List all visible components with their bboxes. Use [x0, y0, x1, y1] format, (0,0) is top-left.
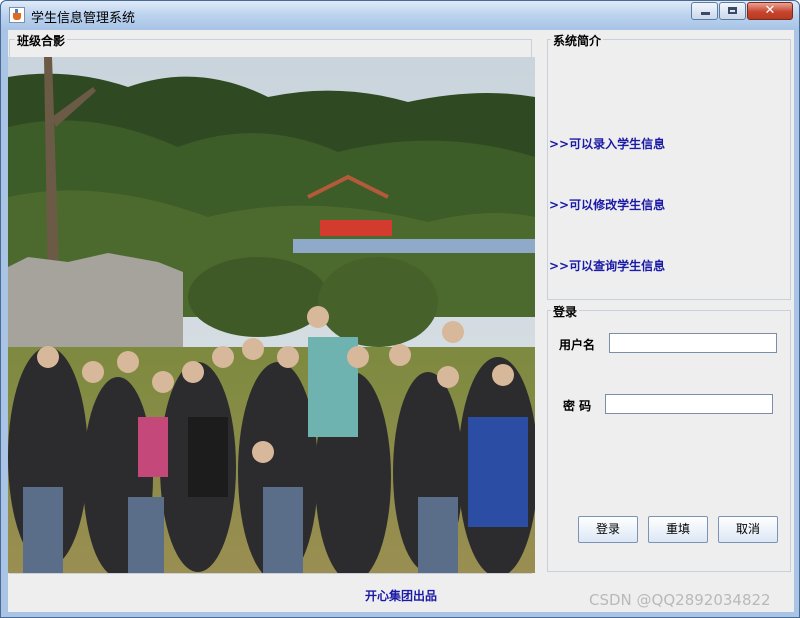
minimize-icon	[701, 12, 710, 15]
watermark: CSDN @QQ2892034822	[589, 591, 771, 609]
intro-item-edit: >>可以修改学生信息	[549, 198, 666, 212]
login-panel-title: 登录	[551, 303, 580, 320]
cancel-button[interactable]: 取消	[718, 516, 778, 543]
close-icon: ✕	[764, 3, 776, 18]
reset-button[interactable]: 重填	[648, 516, 708, 543]
window-title: 学生信息管理系统	[31, 11, 136, 26]
minimize-button[interactable]	[691, 2, 718, 20]
photo-panel-title: 班级合影	[15, 32, 68, 49]
class-group-photo	[8, 57, 535, 573]
login-button[interactable]: 登录	[578, 516, 638, 543]
app-window: 学生信息管理系统 ✕ 班级合影 系统简介 >>可以录入学生信息 >>可以修改学生…	[0, 0, 800, 618]
intro-item-query: >>可以查询学生信息	[549, 259, 666, 273]
maximize-button[interactable]	[719, 2, 746, 20]
username-label: 用户名	[559, 338, 596, 352]
java-cup-icon	[9, 7, 25, 23]
password-label: 密 码	[563, 399, 592, 413]
title-bar[interactable]: 学生信息管理系统 ✕	[1, 1, 799, 29]
close-button[interactable]: ✕	[747, 2, 793, 20]
maximize-icon	[728, 7, 737, 14]
password-input[interactable]	[605, 394, 773, 414]
intro-item-add: >>可以录入学生信息	[549, 137, 666, 151]
intro-panel-title: 系统简介	[551, 32, 604, 49]
client-area: 班级合影 系统简介 >>可以录入学生信息 >>可以修改学生信息 >>可以查询学生…	[8, 30, 794, 612]
username-input[interactable]	[609, 333, 777, 353]
